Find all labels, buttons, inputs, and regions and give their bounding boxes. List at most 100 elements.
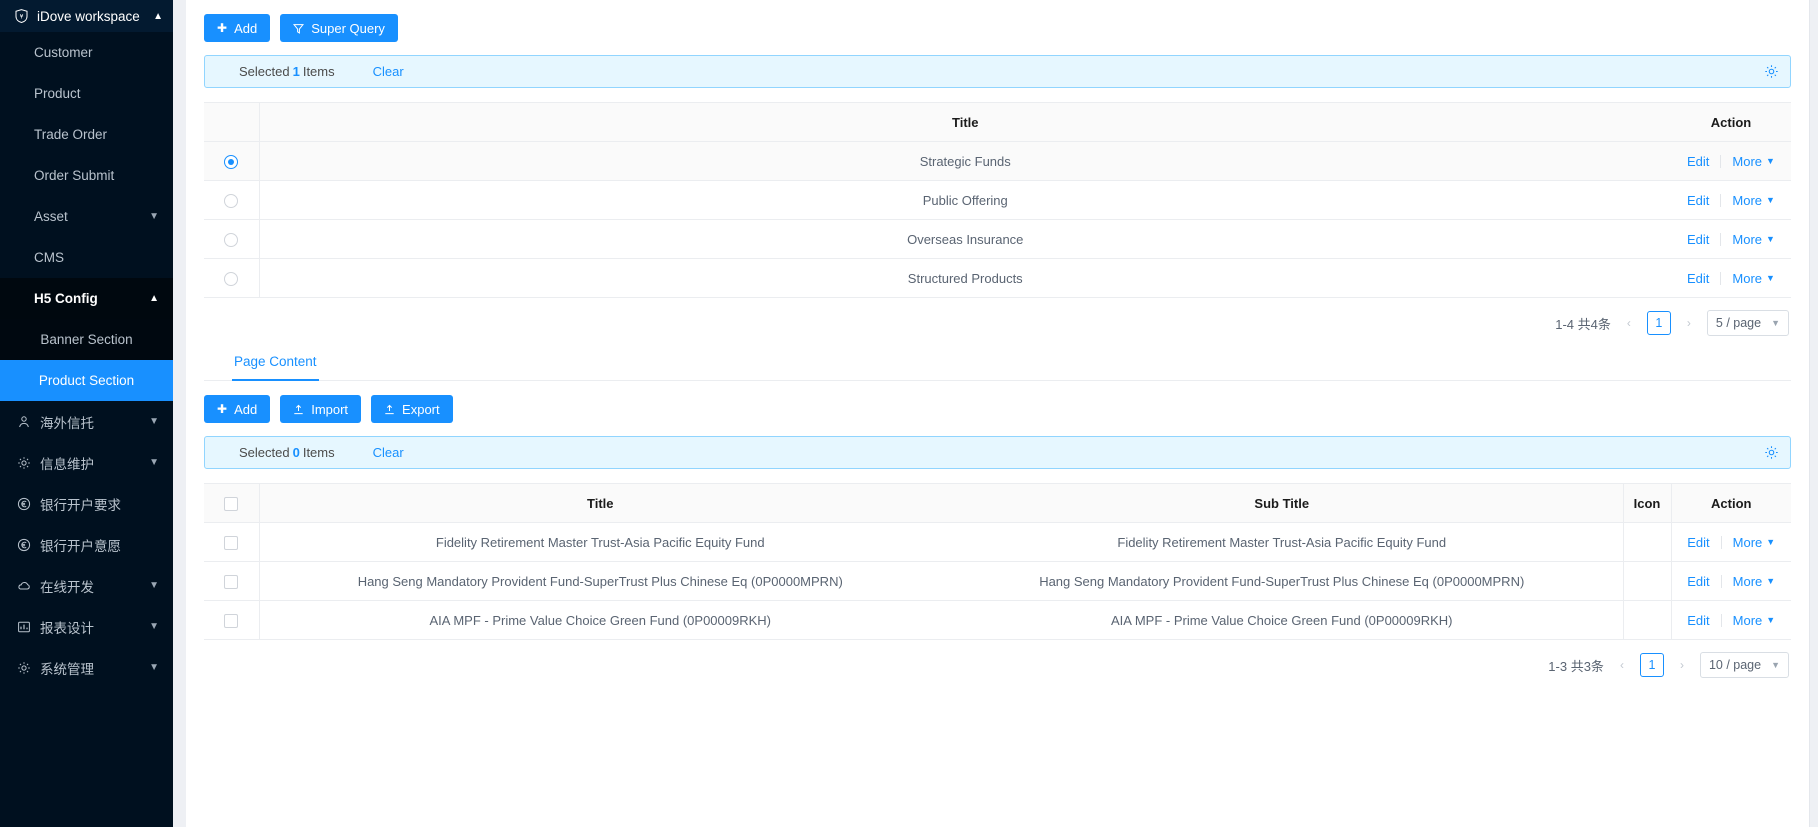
page-size-select[interactable]: 5 / page ▼ bbox=[1706, 310, 1789, 336]
sidebar-item-trade-order[interactable]: Trade Order bbox=[0, 114, 173, 155]
chevron-down-icon: ▼ bbox=[149, 621, 159, 632]
selection-count: 1 bbox=[292, 64, 300, 79]
upload-icon bbox=[293, 404, 304, 415]
more-link[interactable]: More ▼ bbox=[1732, 154, 1775, 169]
row-checkbox[interactable] bbox=[224, 613, 239, 628]
sidebar-item-system-management[interactable]: 系统管理 ▼ bbox=[0, 647, 173, 688]
sidebar-item-label: 银行开户意愿 bbox=[40, 538, 121, 554]
sidebar-item-online-development[interactable]: 在线开发 ▼ bbox=[0, 565, 173, 606]
next-page-button[interactable]: › bbox=[1672, 658, 1692, 672]
more-link[interactable]: More ▼ bbox=[1733, 574, 1776, 589]
select-all-checkbox[interactable] bbox=[224, 496, 239, 511]
column-header-select[interactable] bbox=[204, 483, 260, 523]
row-radio[interactable] bbox=[224, 193, 239, 208]
gear-icon[interactable] bbox=[1764, 445, 1779, 460]
table-row[interactable]: Public Offering Edit More ▼ bbox=[204, 180, 1791, 220]
page-size-select[interactable]: 10 / page ▼ bbox=[1699, 652, 1789, 678]
row-select-cell[interactable] bbox=[204, 141, 260, 181]
sidebar-item-label: Trade Order bbox=[34, 127, 108, 142]
sidebar-item-overseas-trust[interactable]: 海外信托 ▼ bbox=[0, 401, 173, 442]
sidebar-item-asset[interactable]: Asset ▼ bbox=[0, 196, 173, 237]
sidebar-item-bank-account-requirement[interactable]: 银行开户要求 bbox=[0, 483, 173, 524]
page-number-1[interactable]: 1 bbox=[1646, 311, 1671, 335]
more-link[interactable]: More ▼ bbox=[1732, 193, 1775, 208]
clear-selection-link[interactable]: Clear bbox=[373, 64, 404, 79]
page-number-1[interactable]: 1 bbox=[1639, 653, 1664, 677]
chevron-up-icon[interactable]: ▲ bbox=[153, 11, 163, 22]
tab-page-content[interactable]: Page Content bbox=[232, 354, 319, 381]
row-radio[interactable] bbox=[224, 232, 239, 247]
super-query-button-label: Super Query bbox=[311, 20, 385, 36]
sidebar-item-label: 银行开户要求 bbox=[40, 497, 121, 513]
table-row[interactable]: Fidelity Retirement Master Trust-Asia Pa… bbox=[204, 522, 1791, 562]
gear-icon[interactable] bbox=[1764, 64, 1779, 79]
sidebar-item-info-maintenance[interactable]: 信息维护 ▼ bbox=[0, 442, 173, 483]
page-scrollbar[interactable] bbox=[1809, 0, 1818, 827]
add-button-label: Add bbox=[234, 401, 258, 417]
sidebar-item-order-submit[interactable]: Order Submit bbox=[0, 155, 173, 196]
table-row[interactable]: Strategic Funds Edit More ▼ bbox=[204, 141, 1791, 181]
row-checkbox[interactable] bbox=[224, 535, 239, 550]
product-section-table: Title Action Strategic Funds Edit More ▼ … bbox=[204, 102, 1791, 298]
edit-link[interactable]: Edit bbox=[1687, 271, 1709, 286]
export-button[interactable]: Export bbox=[371, 395, 453, 423]
more-link[interactable]: More ▼ bbox=[1732, 271, 1775, 286]
sidebar-item-product-section[interactable]: Product Section bbox=[0, 360, 173, 401]
table-row[interactable]: Overseas Insurance Edit More ▼ bbox=[204, 219, 1791, 259]
row-select-cell[interactable] bbox=[204, 180, 260, 220]
table-row[interactable]: Hang Seng Mandatory Provident Fund-Super… bbox=[204, 561, 1791, 601]
super-query-button[interactable]: Super Query bbox=[280, 14, 398, 42]
more-link[interactable]: More ▼ bbox=[1732, 232, 1775, 247]
row-select-cell[interactable] bbox=[204, 600, 260, 640]
row-radio[interactable] bbox=[224, 154, 239, 169]
clear-selection-link[interactable]: Clear bbox=[373, 445, 404, 460]
chevron-down-icon: ▼ bbox=[1766, 576, 1776, 586]
row-sub-title: Hang Seng Mandatory Provident Fund-Super… bbox=[941, 561, 1623, 601]
row-select-cell[interactable] bbox=[204, 522, 260, 562]
table-row[interactable]: Structured Products Edit More ▼ bbox=[204, 258, 1791, 298]
row-action-cell: Edit More ▼ bbox=[1671, 180, 1791, 220]
prev-page-button[interactable]: ‹ bbox=[1619, 316, 1639, 330]
add-button-2[interactable]: ✚ Add bbox=[204, 395, 271, 423]
table-row[interactable]: AIA MPF - Prime Value Choice Green Fund … bbox=[204, 600, 1791, 640]
action-divider bbox=[1720, 154, 1722, 168]
selection-suffix: Items bbox=[302, 64, 335, 79]
row-icon-cell bbox=[1622, 522, 1672, 562]
edit-link[interactable]: Edit bbox=[1687, 154, 1709, 169]
row-radio[interactable] bbox=[224, 271, 239, 286]
users-icon bbox=[16, 414, 31, 429]
edit-link[interactable]: Edit bbox=[1687, 193, 1709, 208]
edit-link[interactable]: Edit bbox=[1687, 613, 1709, 628]
euro-circle-icon bbox=[16, 537, 31, 552]
row-select-cell[interactable] bbox=[204, 258, 260, 298]
add-button-label: Add bbox=[234, 20, 258, 36]
edit-link[interactable]: Edit bbox=[1687, 574, 1709, 589]
sidebar-item-banner-section[interactable]: Banner Section bbox=[0, 319, 173, 360]
next-page-button[interactable]: › bbox=[1679, 316, 1699, 330]
workspace-header[interactable]: ¥ iDove workspace ▲ bbox=[0, 0, 173, 32]
row-title: Structured Products bbox=[259, 258, 1671, 298]
column-header-action: Action bbox=[1671, 102, 1791, 142]
edit-link[interactable]: Edit bbox=[1687, 232, 1709, 247]
sidebar-item-h5-config[interactable]: H5 Config ▲ bbox=[0, 278, 173, 319]
sidebar-item-bank-account-intent[interactable]: 银行开户意愿 bbox=[0, 524, 173, 565]
column-header-title: Title bbox=[259, 102, 1671, 142]
row-action-cell: Edit More ▼ bbox=[1671, 141, 1791, 181]
import-button[interactable]: Import bbox=[280, 395, 362, 423]
sidebar-item-label: Customer bbox=[34, 45, 93, 60]
sidebar-item-report-design[interactable]: 报表设计 ▼ bbox=[0, 606, 173, 647]
page-size-value: 10 / page bbox=[1708, 658, 1762, 672]
more-link[interactable]: More ▼ bbox=[1733, 613, 1776, 628]
row-select-cell[interactable] bbox=[204, 561, 260, 601]
add-button[interactable]: ✚ Add bbox=[204, 14, 271, 42]
chevron-down-icon: ▼ bbox=[149, 580, 159, 591]
row-select-cell[interactable] bbox=[204, 219, 260, 259]
edit-link[interactable]: Edit bbox=[1687, 535, 1709, 550]
sidebar-item-label: CMS bbox=[34, 250, 64, 265]
more-link[interactable]: More ▼ bbox=[1733, 535, 1776, 550]
sidebar-item-customer[interactable]: Customer bbox=[0, 32, 173, 73]
row-checkbox[interactable] bbox=[224, 574, 239, 589]
sidebar-item-product[interactable]: Product bbox=[0, 73, 173, 114]
prev-page-button[interactable]: ‹ bbox=[1612, 658, 1632, 672]
sidebar-item-cms[interactable]: CMS bbox=[0, 237, 173, 278]
